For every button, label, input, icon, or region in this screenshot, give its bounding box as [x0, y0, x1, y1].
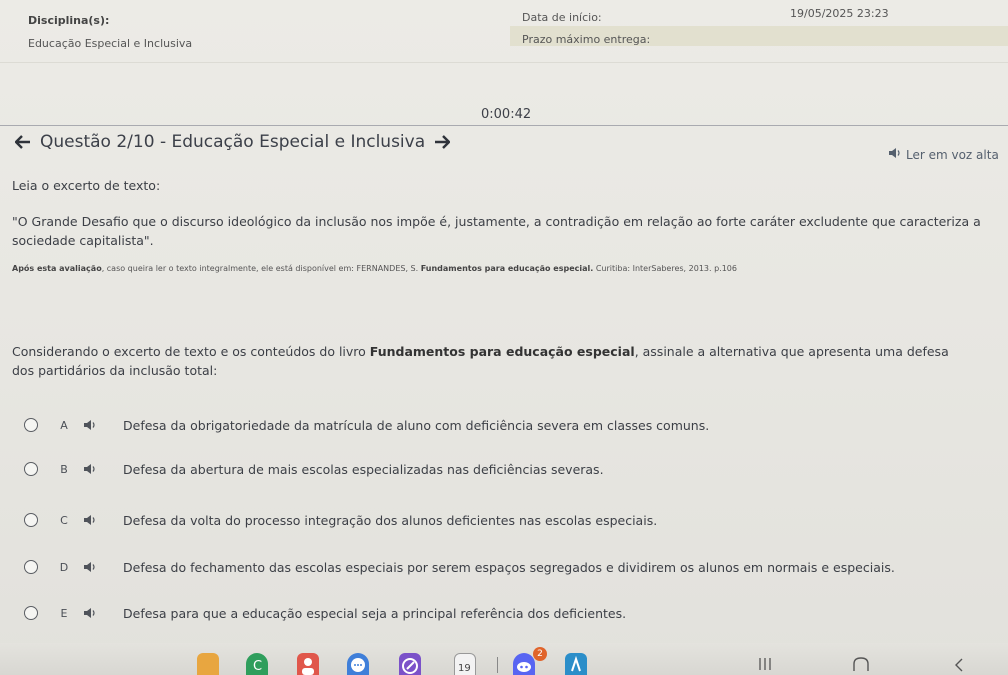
question-intro: Leia o excerto de texto:	[12, 178, 161, 193]
discipline-label: Disciplina(s):	[28, 14, 110, 27]
option-e-radio[interactable]	[24, 606, 38, 620]
read-aloud-label: Ler em voz alta	[906, 147, 999, 162]
folder-app-icon[interactable]	[197, 653, 219, 675]
option-c-text: Defesa da volta do processo integração d…	[123, 512, 658, 528]
gallery-app-icon[interactable]	[565, 653, 587, 675]
exam-page: Disciplina(s): Educação Especial e Inclu…	[0, 0, 1008, 675]
prompt-book-title: Fundamentos para educação especial	[369, 344, 635, 359]
option-d-speaker-icon[interactable]	[83, 560, 99, 574]
question-title: Questão 2/10 - Educação Especial e Inclu…	[40, 132, 426, 152]
timer-divider	[0, 125, 1008, 126]
edit-app-icon[interactable]	[399, 653, 421, 675]
contacts-app-icon[interactable]	[297, 653, 319, 675]
recent-apps-button[interactable]	[757, 655, 773, 675]
calendar-app-icon[interactable]: 19	[454, 653, 476, 675]
question-quote: "O Grande Desafio que o discurso ideológ…	[12, 214, 981, 248]
option-d-text: Defesa do fechamento das escolas especia…	[123, 559, 895, 575]
speaker-icon	[888, 147, 902, 162]
timer: 0:00:42	[481, 107, 532, 122]
option-a-radio[interactable]	[24, 418, 38, 432]
option-a[interactable]: A Defesa da obrigatoriedade da matrícula…	[20, 415, 709, 435]
discord-app-icon[interactable]	[513, 653, 535, 675]
question-header: Questão 2/10 - Educação Especial e Inclu…	[14, 130, 451, 154]
prompt-text-start: Considerando o excerto de texto e os con…	[12, 344, 370, 359]
option-c-letter: C	[60, 513, 68, 527]
option-d-radio[interactable]	[24, 560, 38, 574]
option-a-text: Defesa da obrigatoriedade da matrícula d…	[123, 417, 710, 433]
svg-text:C: C	[253, 659, 262, 674]
discipline-value: Educação Especial e Inclusiva	[28, 37, 193, 50]
option-b-text: Defesa da abertura de mais escolas espec…	[123, 461, 604, 477]
option-c[interactable]: C Defesa da volta do processo integração…	[20, 510, 657, 530]
question-prompt: Considerando o excerto de texto e os con…	[12, 342, 972, 380]
next-question-arrow-icon[interactable]	[433, 133, 451, 151]
option-e[interactable]: E Defesa para que a educação especial se…	[20, 603, 626, 623]
read-aloud-button[interactable]: Ler em voz alta	[888, 147, 999, 162]
start-date-label: Data de início:	[522, 11, 602, 24]
option-e-speaker-icon[interactable]	[83, 606, 99, 620]
start-date-value: 19/05/2025 23:23	[790, 7, 889, 20]
deadline-label: Prazo máximo entrega:	[522, 33, 651, 46]
home-button[interactable]	[851, 655, 871, 675]
calendar-day-text: 19	[458, 663, 471, 674]
source-text-end: Curitiba: InterSaberes, 2013. p.106	[593, 264, 737, 273]
back-button[interactable]	[952, 655, 966, 675]
option-c-speaker-icon[interactable]	[83, 513, 99, 527]
option-b-radio[interactable]	[24, 462, 38, 476]
notification-badge: 2	[533, 647, 547, 661]
option-c-radio[interactable]	[24, 513, 38, 527]
option-a-letter: A	[60, 418, 68, 432]
option-b-speaker-icon[interactable]	[83, 462, 99, 476]
option-a-speaker-icon[interactable]	[83, 418, 99, 432]
previous-question-arrow-icon[interactable]	[14, 133, 32, 151]
source-book-title: Fundamentos para educação especial.	[420, 264, 594, 273]
messages-app-icon[interactable]: C	[246, 653, 268, 675]
option-e-text: Defesa para que a educação especial seja…	[123, 605, 627, 621]
header-divider	[0, 62, 1008, 63]
chat-app-icon[interactable]	[347, 653, 369, 675]
option-b-letter: B	[60, 462, 68, 476]
option-d-letter: D	[59, 560, 69, 574]
source-text-start: , caso queira ler o texto integralmente,…	[101, 264, 421, 273]
taskbar-divider	[497, 657, 498, 673]
option-b[interactable]: B Defesa da abertura de mais escolas esp…	[20, 459, 604, 479]
source-citation: Após esta avaliação, caso queira ler o t…	[12, 264, 737, 273]
option-d[interactable]: D Defesa do fechamento das escolas espec…	[20, 557, 895, 577]
source-bold-start: Após esta avaliação	[12, 264, 102, 273]
option-e-letter: E	[60, 606, 68, 620]
